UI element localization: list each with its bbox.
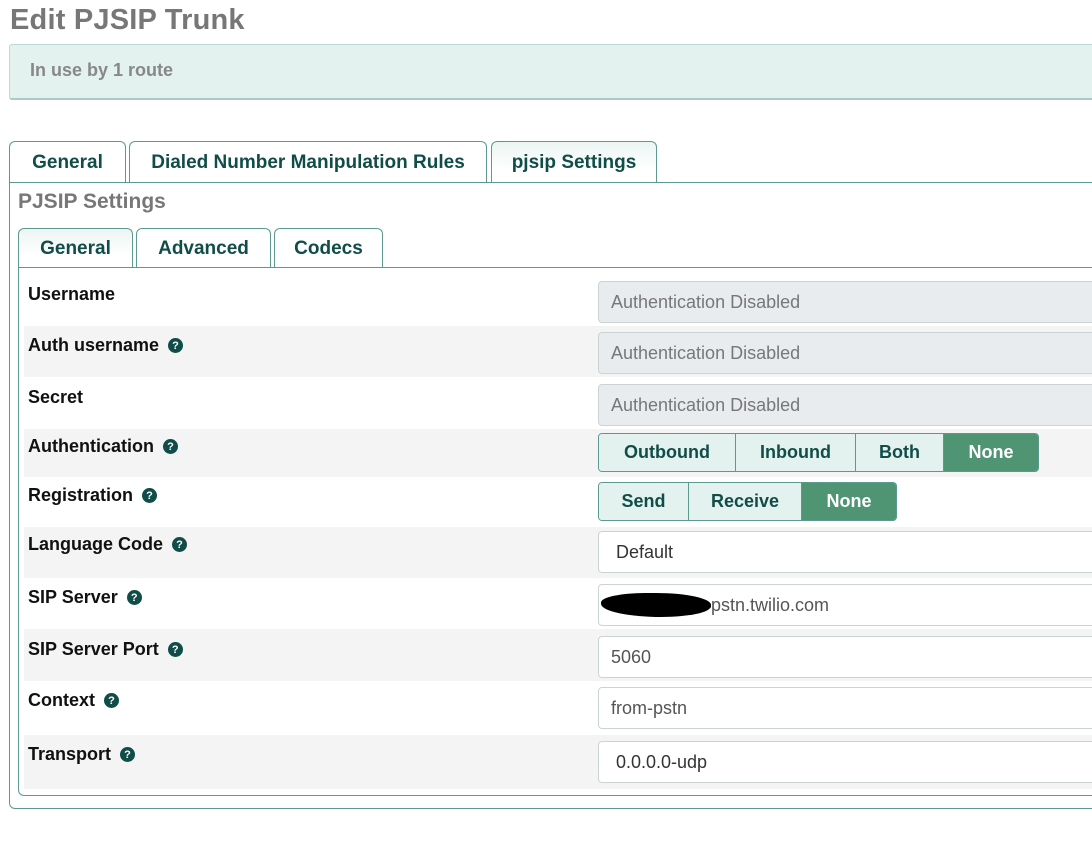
- language-code-select[interactable]: Default: [598, 531, 1092, 573]
- row-transport: Transport ? 0.0.0.0-udp: [24, 735, 1092, 789]
- transport-label: Transport ?: [28, 744, 136, 765]
- language-code-label: Language Code ?: [28, 534, 188, 555]
- registration-label: Registration ?: [28, 485, 158, 506]
- username-input[interactable]: Authentication Disabled: [598, 281, 1092, 323]
- question-circle-icon[interactable]: ?: [142, 488, 158, 503]
- context-label: Context ?: [28, 690, 119, 711]
- question-circle-icon[interactable]: ?: [167, 642, 183, 657]
- auth-none-button[interactable]: None: [944, 434, 1038, 471]
- row-auth-username: Auth username ? Authentication Disabled: [24, 326, 1092, 377]
- reg-receive-button[interactable]: Receive: [689, 483, 802, 520]
- row-secret: Secret Authentication Disabled: [24, 378, 1092, 428]
- row-sip-server-port: SIP Server Port ? 5060: [24, 629, 1092, 681]
- reg-send-button[interactable]: Send: [599, 483, 689, 520]
- page-title: Edit PJSIP Trunk: [10, 4, 245, 36]
- question-circle-icon[interactable]: ?: [163, 439, 178, 454]
- question-circle-icon[interactable]: ?: [172, 537, 188, 552]
- question-circle-icon[interactable]: ?: [168, 338, 184, 353]
- redaction-mark: [601, 593, 711, 617]
- authentication-button-group: Outbound Inbound Both None: [598, 433, 1039, 472]
- section-title: PJSIP Settings: [18, 190, 166, 213]
- reg-none-button[interactable]: None: [802, 483, 896, 520]
- auth-both-button[interactable]: Both: [856, 434, 944, 471]
- sip-server-input[interactable]: pstn.twilio.com: [598, 584, 1092, 626]
- question-circle-icon[interactable]: ?: [104, 693, 119, 708]
- registration-button-group: Send Receive None: [598, 482, 897, 521]
- auth-outbound-button[interactable]: Outbound: [599, 434, 736, 471]
- tab-general[interactable]: General: [9, 141, 126, 183]
- sip-server-port-input[interactable]: 5060: [598, 636, 1092, 678]
- secret-input[interactable]: Authentication Disabled: [598, 384, 1092, 426]
- context-input[interactable]: from-pstn: [598, 687, 1092, 729]
- row-language-code: Language Code ? Default: [24, 527, 1092, 578]
- auth-username-label: Auth username ?: [28, 335, 184, 356]
- authentication-label: Authentication ?: [28, 436, 178, 457]
- question-circle-icon[interactable]: ?: [126, 590, 142, 605]
- auth-inbound-button[interactable]: Inbound: [736, 434, 856, 471]
- row-username: Username Authentication Disabled: [24, 275, 1092, 325]
- auth-username-input[interactable]: Authentication Disabled: [598, 332, 1092, 374]
- subtab-codecs[interactable]: Codecs: [274, 228, 383, 268]
- secret-label: Secret: [28, 387, 84, 407]
- subtab-general[interactable]: General: [18, 228, 133, 268]
- tab-pjsip-settings[interactable]: pjsip Settings: [491, 141, 657, 183]
- row-sip-server: SIP Server ? pstn.twilio.com: [24, 578, 1092, 629]
- subtab-advanced[interactable]: Advanced: [136, 228, 271, 268]
- row-registration: Registration ? Send Receive None: [24, 478, 1092, 527]
- in-use-alert: In use by 1 route: [9, 44, 1092, 100]
- row-authentication: Authentication ? Outbound Inbound Both N…: [24, 429, 1092, 477]
- question-circle-icon[interactable]: ?: [120, 747, 136, 762]
- username-label: Username: [28, 284, 116, 304]
- transport-select[interactable]: 0.0.0.0-udp: [598, 741, 1092, 783]
- tab-dialed-number-manipulation-rules[interactable]: Dialed Number Manipulation Rules: [129, 141, 487, 183]
- row-context: Context ? from-pstn: [24, 681, 1092, 735]
- sip-server-port-label: SIP Server Port ?: [28, 639, 183, 660]
- alert-text: In use by 1 route: [30, 60, 174, 80]
- sip-server-label: SIP Server ?: [28, 587, 142, 608]
